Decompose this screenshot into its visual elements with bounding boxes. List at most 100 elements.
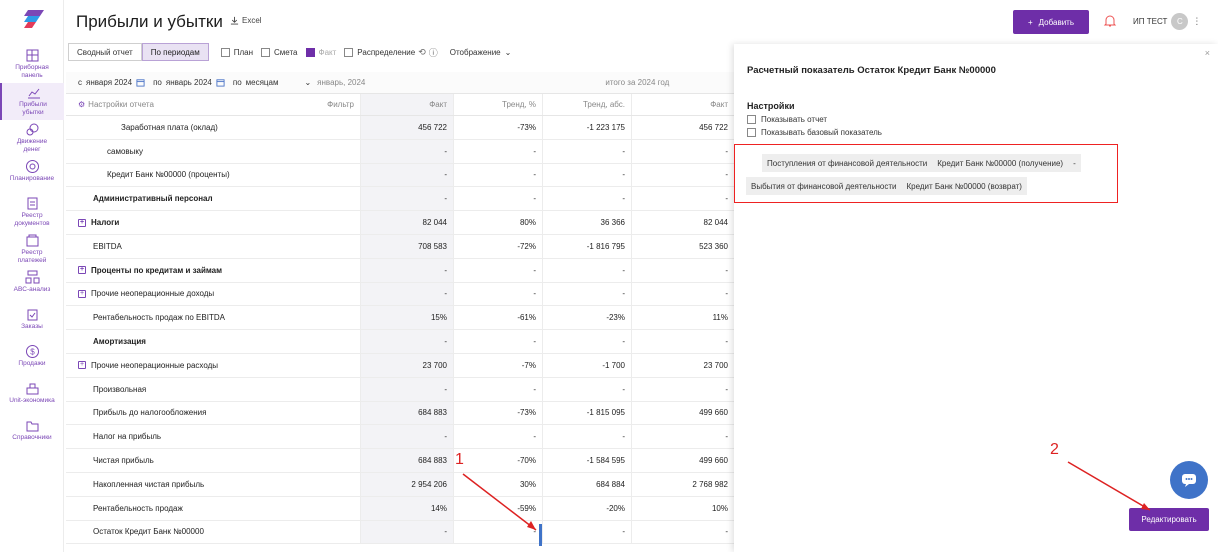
table-row[interactable]: Чистая прибыль 684 883 -70% -1 584 595 499 6… [66,449,734,473]
row-name-cell: + Прочие неоперационные расходы [66,361,360,370]
avatar[interactable]: С [1171,13,1189,30]
table-cell: 684 883 [360,449,453,472]
edit-button[interactable]: Редактировать [1129,508,1209,531]
settings-cell: ⚙ Настройки отчета Фильтр [66,100,360,109]
sidebar-item-7[interactable]: Заказы [0,305,64,342]
table-cell: - [542,330,631,353]
from-date-field[interactable]: с января 2024 [78,78,145,87]
row-label: Рентабельность продаж по EBITDA [93,313,225,323]
estimate-checkbox[interactable]: Смета [261,47,298,57]
sidebar-item-1[interactable]: Прибыли убытки [0,83,64,120]
column-header-row: ⚙ Настройки отчета Фильтр Факт Тренд, % … [66,94,734,116]
fact-checkbox[interactable]: Факт [305,47,336,57]
table-row[interactable]: Кредит Банк №00000 (проценты) - - - - [66,163,734,188]
table-row[interactable]: Рентабельность продаж 14% -59% -20% 10% [66,496,734,521]
sidebar-item-0[interactable]: Приборная панель [0,46,64,83]
target-icon [24,158,40,174]
plan-checkbox[interactable]: План [220,47,253,57]
logo-icon[interactable] [24,10,44,28]
table-row[interactable]: Заработная плата (оклад) 456 722 -73% -1 22… [66,116,734,140]
sidebar-item-3[interactable]: Планирование [0,157,64,194]
dashboard-icon [24,47,40,63]
filter-link[interactable]: Фильтр [327,100,354,109]
sidebar-item-4[interactable]: Реестр документов [0,194,64,231]
grouping-select[interactable]: по месяцам ⌄ [233,78,311,87]
tab-summary[interactable]: Сводный отчет [68,43,142,61]
estimate-box[interactable] [261,47,271,57]
table-row[interactable]: Накопленная чистая прибыль 2 954 206 30% 68… [66,472,734,497]
total-column-header: итого за 2024 год [605,78,670,87]
row-name-cell: Амортизация [66,337,360,346]
sidebar-item-6[interactable]: ABC-анализ [0,268,64,305]
table-row[interactable]: Произвольная - - - - [66,377,734,402]
close-icon[interactable]: × [1205,48,1210,58]
table-cell: -1 815 095 [542,401,631,425]
show-report-checkbox[interactable]: Показывать отчет [747,115,827,124]
orders-icon [24,306,40,322]
calendar-icon[interactable] [136,78,145,87]
display-dropdown[interactable]: Отображение ⌄ [450,48,512,57]
sidebar-item-10[interactable]: Справочники [0,416,64,453]
formula-row-outflow[interactable]: Выбытия от финансовой деятельности Креди… [746,177,1027,195]
sidebar-item-8[interactable]: $ Продажи [0,342,64,379]
show-base-box[interactable] [747,128,756,137]
help-icon[interactable]: ⓘ [429,46,438,59]
table-row[interactable]: + Прочие неоперационные доходы - - - - [66,282,734,307]
row-name-cell: самовыку [66,147,360,156]
tag2-right: Кредит Банк №00000 (возврат) [906,181,1022,191]
table-row[interactable]: самовыку - - - - [66,139,734,164]
table-row[interactable]: + Прочие неоперационные расходы 23 700 -7% -… [66,353,734,378]
table-body: Заработная плата (оклад) 456 722 -73% -1 22… [66,116,734,545]
chat-button[interactable] [1170,461,1208,499]
table-row[interactable]: EBITDA 708 583 -72% -1 816 795 523 360 [66,234,734,259]
expand-icon[interactable]: + [78,218,86,227]
row-name-cell: + Прочие неоперационные доходы [66,289,360,298]
indicator-panel: × Расчетный показатель Остаток Кредит Ба… [734,44,1218,552]
plan-box[interactable] [220,47,230,57]
table-cell: - [542,258,631,282]
row-name-cell: Рентабельность продаж по EBITDA [66,313,360,322]
bell-icon[interactable] [1103,14,1117,28]
tab-periods[interactable]: По периодам [141,43,209,61]
add-button[interactable]: + Добавить [1013,10,1089,34]
more-vertical-icon[interactable]: ⋮ [1192,16,1201,27]
to-date-field[interactable]: по январь 2024 [153,78,225,87]
user-menu[interactable]: ИП ТЕСТ С ⋮ [1133,13,1201,30]
sidebar-item-9[interactable]: Unit-экономика [0,379,64,416]
table-cell: - [360,258,453,282]
table-row[interactable]: Рентабельность продаж по EBITDA 15% -61% -2… [66,306,734,331]
table-row[interactable]: Амортизация - - - - [66,330,734,354]
show-base-label: Показывать базовый показатель [761,128,882,137]
table-row[interactable]: Прибыль до налогообложения 684 883 -73% -1 … [66,401,734,426]
report-settings-link[interactable]: ⚙ Настройки отчета [78,100,154,109]
distribution-checkbox[interactable]: Распределение [344,47,415,57]
table-row[interactable]: + Проценты по кредитам и займам - - - - [66,258,734,283]
row-name-cell: Прибыль до налогообложения [66,408,360,417]
formula-row-income[interactable]: Поступления от финансовой деятельности К… [762,154,1081,172]
to-prefix: по [153,78,162,87]
table-cell: - [360,163,453,187]
table-row[interactable]: + Налоги 82 044 80% 36 366 82 044 [66,211,734,235]
distribution-box[interactable] [344,47,354,57]
refresh-icon[interactable]: ⟲ [418,47,426,58]
excel-export-button[interactable]: Excel [230,16,262,25]
table-row[interactable]: Административный персонал - - - - [66,187,734,212]
settings-heading: Настройки [747,101,795,111]
fact-box[interactable] [305,47,315,57]
sidebar-item-2[interactable]: Движение денег [0,120,64,157]
by-prefix: по [232,78,242,87]
table-cell: - [360,425,453,449]
row-label: самовыку [107,146,143,156]
table-row[interactable]: Остаток Кредит Банк №00000- - - - [66,520,734,545]
show-base-checkbox[interactable]: Показывать базовый показатель [747,128,882,137]
table-cell: 14% [360,496,453,520]
expand-icon[interactable]: + [78,361,86,370]
tag1-operator: - [1073,158,1076,168]
table-row[interactable]: Налог на прибыль - - - - [66,425,734,450]
calendar-icon[interactable] [216,78,225,87]
show-report-box[interactable] [747,115,756,124]
sidebar-item-5[interactable]: Реестр платежей [0,231,64,268]
expand-icon[interactable]: + [78,266,86,275]
expand-icon[interactable]: + [78,289,86,298]
table-cell: - [360,282,453,306]
